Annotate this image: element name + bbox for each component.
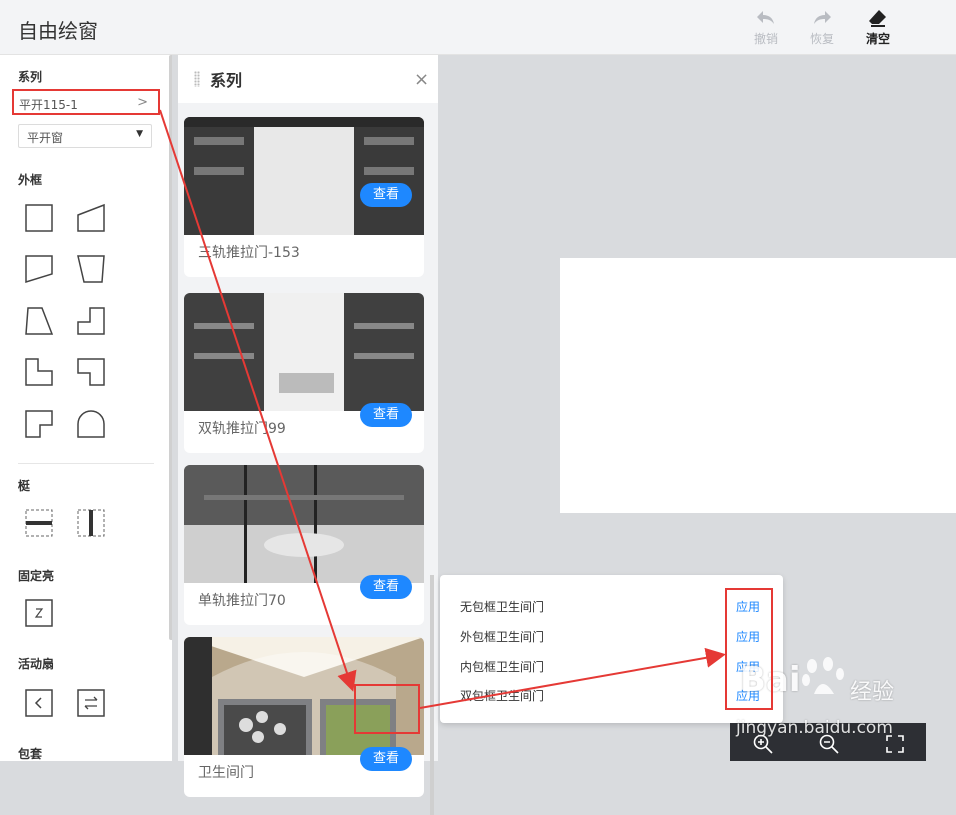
annotation-arrows xyxy=(159,109,726,709)
series-card-name: 卫生间门 xyxy=(198,765,254,781)
